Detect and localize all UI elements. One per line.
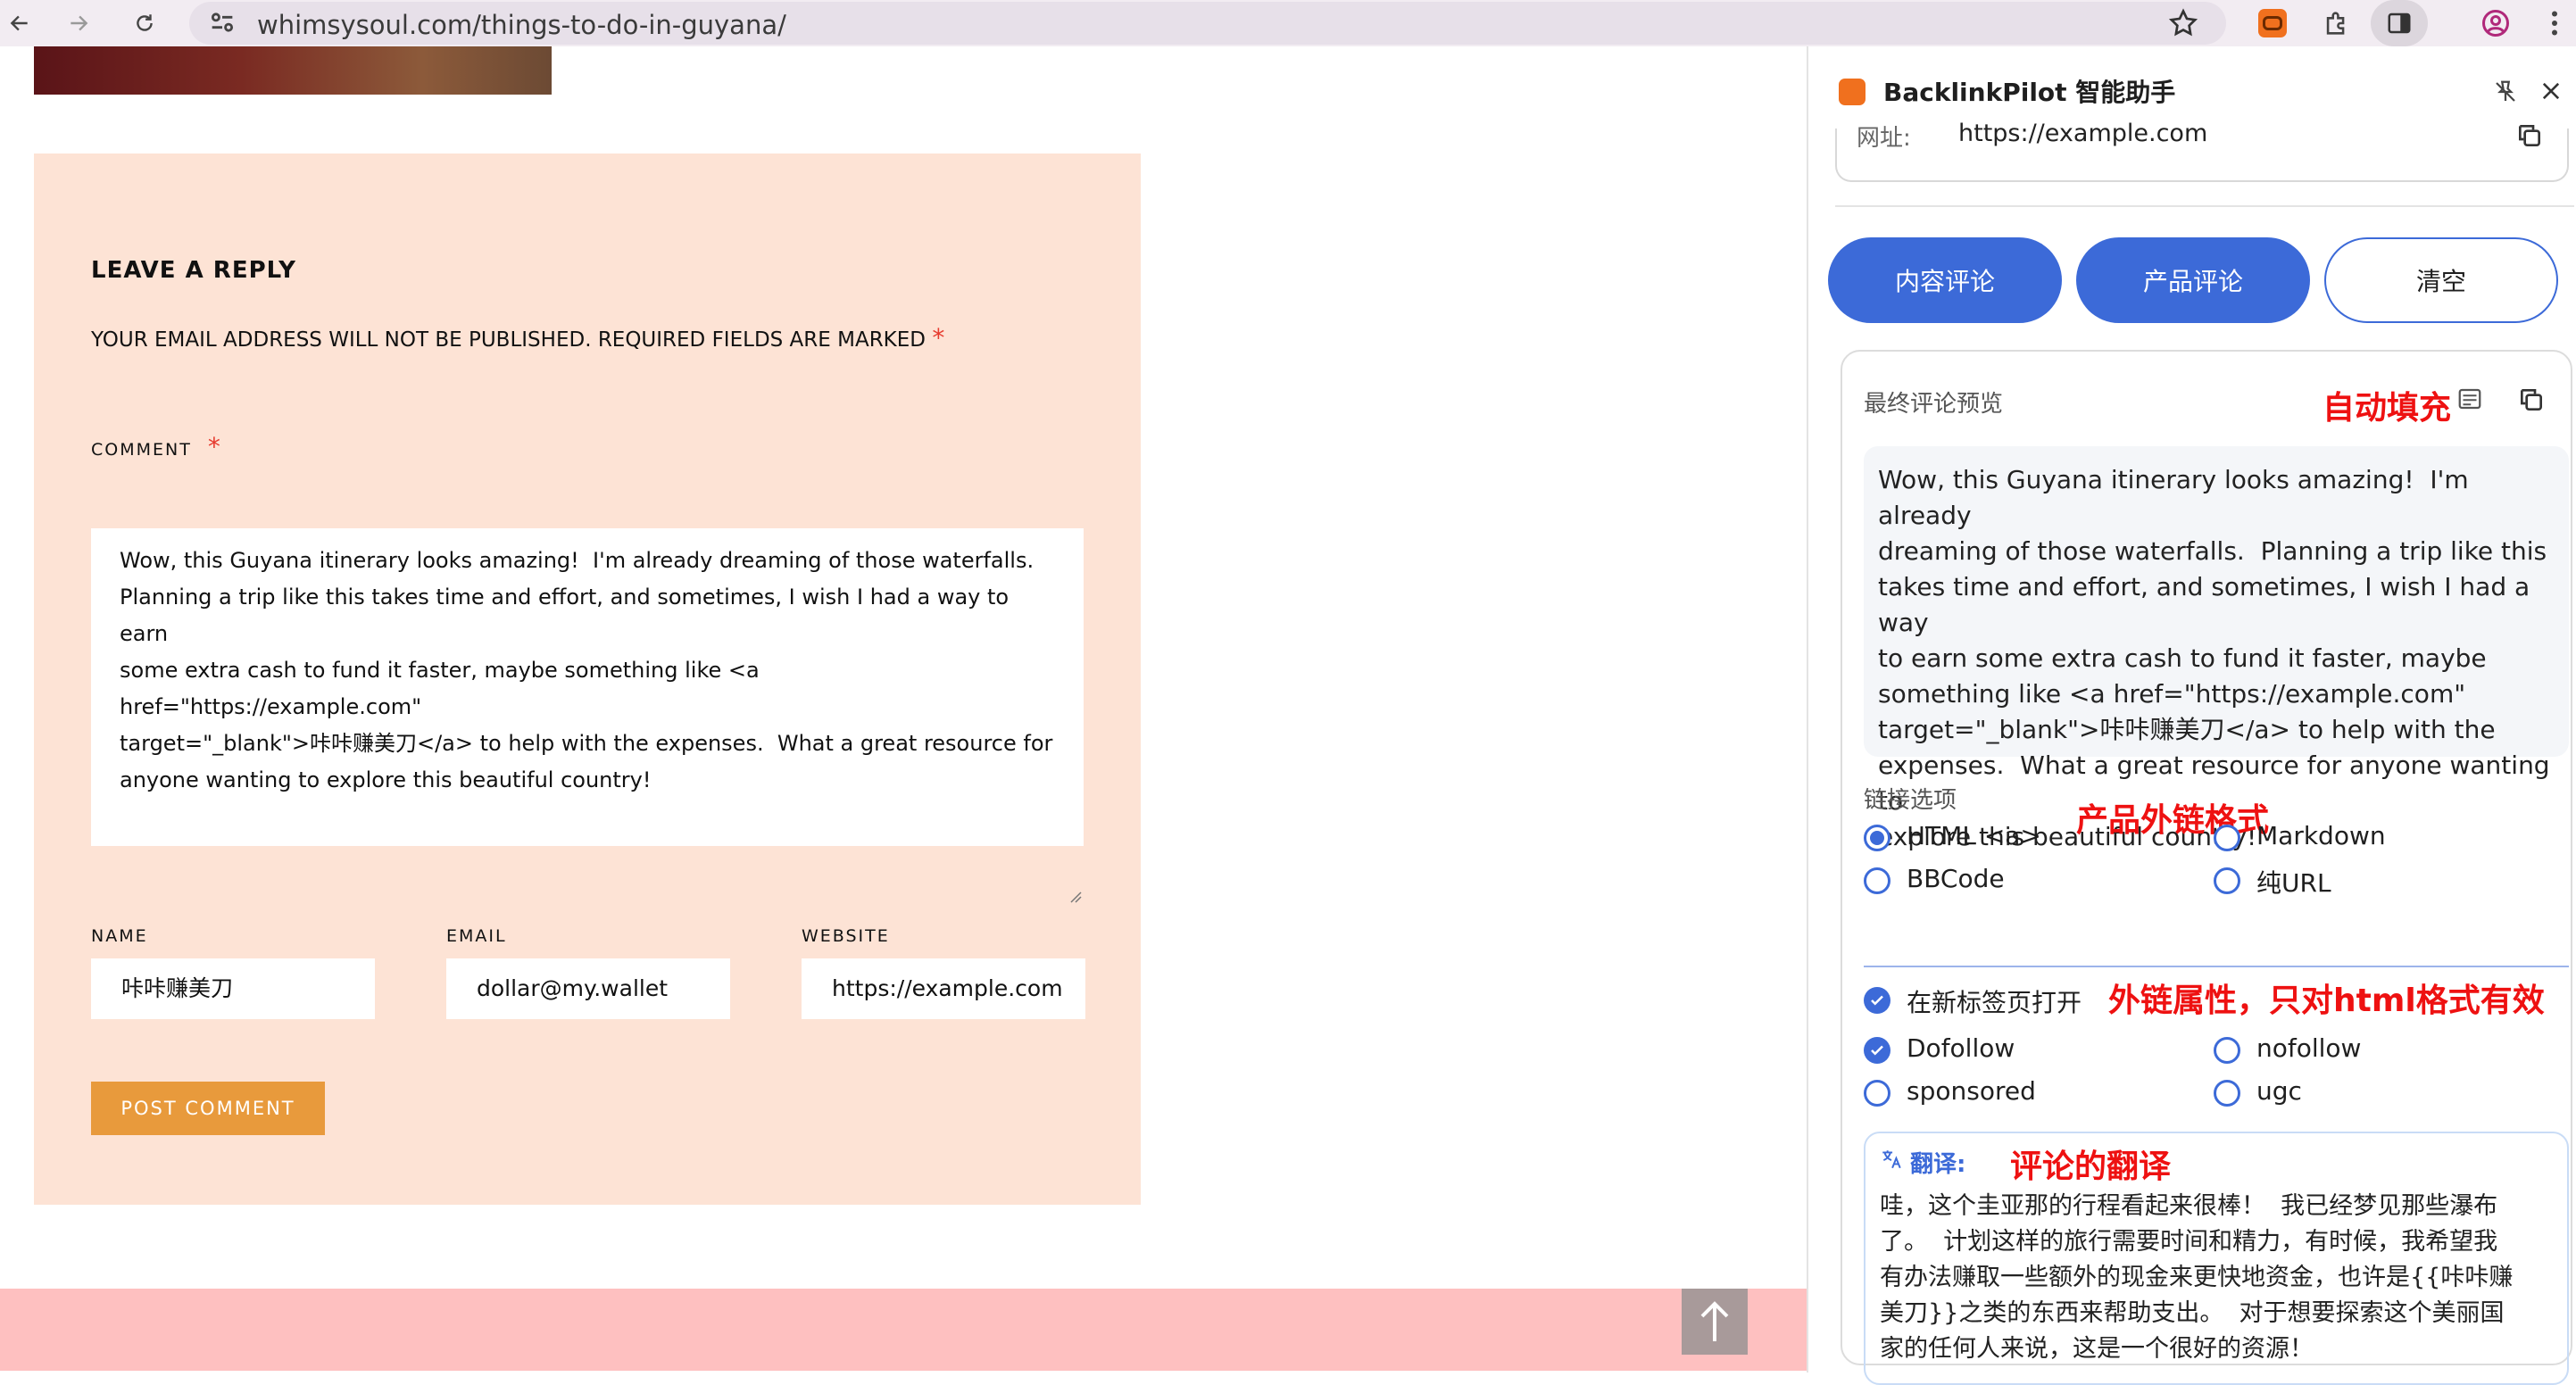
comment-label: COMMENT *	[91, 432, 222, 461]
panel-title: BacklinkPilot 智能助手	[1883, 78, 2176, 107]
website-input[interactable]: https://example.com	[802, 958, 1085, 1019]
option-plain-url-label: 纯URL	[2256, 868, 2331, 898]
backlinkpilot-logo-icon	[1839, 79, 1866, 105]
browser-toolbar: whimsysoul.com/things-to-do-in-guyana/	[0, 0, 2576, 46]
translation-annotation: 评论的翻译	[2010, 1149, 2172, 1185]
radio-dofollow[interactable]	[1864, 1037, 1890, 1064]
forward-icon[interactable]	[59, 4, 98, 43]
url-text[interactable]: whimsysoul.com/things-to-do-in-guyana/	[257, 9, 786, 41]
required-mark: *	[207, 432, 222, 461]
close-panel-icon[interactable]	[2539, 79, 2564, 107]
comment-textarea[interactable]: Wow, this Guyana itinerary looks amazing…	[91, 528, 1084, 846]
divider	[1864, 966, 2569, 967]
checkmark-icon	[1871, 1045, 1883, 1056]
translation-text: 哇，这个圭亚那的行程看起来很棒！ 我已经梦见那些瀑布 了。 计划这样的旅行需要时…	[1880, 1192, 2514, 1363]
radio-bbcode[interactable]	[1864, 867, 1890, 894]
clear-button[interactable]: 清空	[2324, 237, 2558, 323]
radio-markdown[interactable]	[2214, 825, 2240, 851]
notice-text: YOUR EMAIL ADDRESS WILL NOT BE PUBLISHED…	[91, 328, 927, 352]
link-options-title: 链接选项	[1864, 787, 1957, 814]
profile-avatar-icon[interactable]	[2476, 4, 2515, 43]
resize-handle-icon[interactable]	[1068, 889, 1082, 903]
address-bar[interactable]: whimsysoul.com/things-to-do-in-guyana/	[189, 2, 2226, 45]
translation-label: 翻译:	[1910, 1151, 1966, 1178]
radio-nofollow[interactable]	[2214, 1037, 2240, 1064]
name-label: NAME	[91, 926, 148, 946]
radio-plain-url[interactable]	[2214, 867, 2240, 894]
option-dofollow-label: Dofollow	[1907, 1033, 2015, 1063]
copy-preview-icon[interactable]	[2517, 386, 2546, 418]
radio-ugc[interactable]	[2214, 1080, 2240, 1107]
side-panel-icon[interactable]	[2371, 0, 2428, 46]
menu-kebab-icon[interactable]	[2535, 4, 2574, 43]
comment-label-text: COMMENT	[91, 440, 192, 460]
backlinkpilot-extension-icon[interactable]	[2253, 4, 2292, 43]
reload-icon[interactable]	[125, 4, 164, 43]
article-image	[34, 46, 552, 95]
website-label: WEBSITE	[802, 926, 890, 946]
extension-side-panel: BacklinkPilot 智能助手 网址: https://example.c…	[1807, 46, 2576, 1385]
reply-title: LEAVE A REPLY	[91, 257, 296, 284]
link-format-annotation: 产品外链格式	[2076, 802, 2270, 839]
url-value[interactable]: https://example.com	[1958, 120, 2207, 147]
content-comment-button[interactable]: 内容评论	[1828, 237, 2062, 323]
unpin-icon[interactable]	[2492, 79, 2519, 109]
copy-url-icon[interactable]	[2515, 121, 2544, 153]
scroll-to-top-button[interactable]	[1682, 1289, 1748, 1355]
product-comment-button[interactable]: 产品评论	[2076, 237, 2310, 323]
link-attr-annotation: 外链属性，只对html格式有效	[2108, 983, 2545, 1019]
autofill-form-icon[interactable]	[2456, 386, 2483, 416]
post-comment-button[interactable]: POST COMMENT	[91, 1082, 325, 1135]
radio-html[interactable]	[1864, 825, 1890, 851]
preview-title: 最终评论预览	[1864, 391, 2004, 418]
required-mark: *	[932, 323, 945, 352]
footer-band	[0, 1289, 1807, 1371]
checkmark-icon	[1871, 995, 1883, 1006]
option-nofollow-label: nofollow	[2256, 1033, 2362, 1063]
open-new-tab-label: 在新标签页打开	[1907, 988, 2082, 1017]
option-sponsored-label: sponsored	[1907, 1076, 2036, 1106]
translate-icon	[1880, 1148, 1903, 1174]
email-label: EMAIL	[446, 926, 507, 946]
open-new-tab-checkbox[interactable]	[1864, 987, 1890, 1014]
option-bbcode-label: BBCode	[1907, 864, 2005, 893]
option-markdown-label: Markdown	[2256, 821, 2386, 850]
option-html-label: HTML <a>	[1907, 821, 2041, 850]
option-ugc-label: ugc	[2256, 1076, 2302, 1106]
back-icon[interactable]	[0, 4, 39, 43]
url-label: 网址:	[1857, 125, 1911, 152]
radio-sponsored[interactable]	[1864, 1080, 1890, 1107]
arrow-up-icon	[1700, 1301, 1729, 1341]
required-notice: YOUR EMAIL ADDRESS WILL NOT BE PUBLISHED…	[91, 323, 944, 352]
name-input[interactable]: 咔咔赚美刀	[91, 958, 375, 1019]
web-page: LEAVE A REPLY YOUR EMAIL ADDRESS WILL NO…	[0, 46, 1807, 1373]
email-input[interactable]: dollar@my.wallet	[446, 958, 730, 1019]
site-info-icon[interactable]	[207, 7, 237, 41]
autofill-annotation: 自动填充	[2323, 390, 2452, 427]
bookmark-star-icon[interactable]	[2167, 7, 2199, 43]
preview-text[interactable]: Wow, this Guyana itinerary looks amazing…	[1864, 446, 2569, 851]
comment-form: LEAVE A REPLY YOUR EMAIL ADDRESS WILL NO…	[34, 153, 1141, 1205]
divider	[1835, 205, 2574, 207]
extensions-puzzle-icon[interactable]	[2317, 4, 2356, 43]
